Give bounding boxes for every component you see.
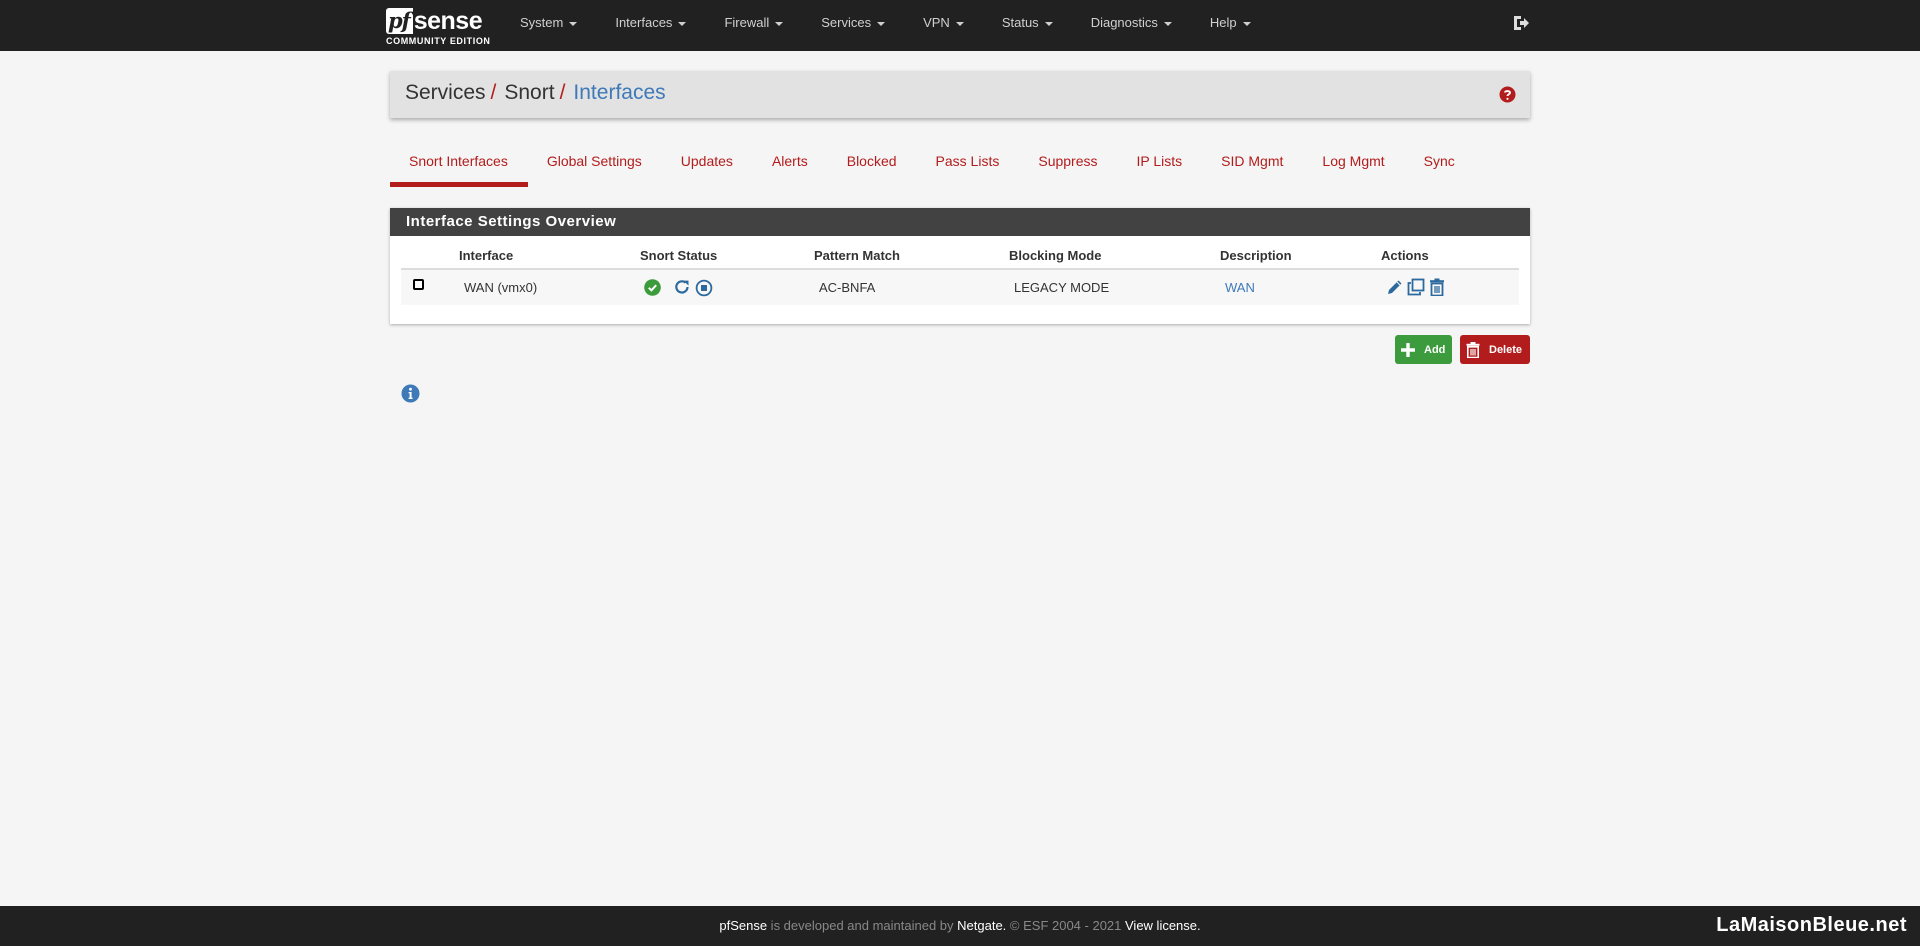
help-icon[interactable] (1499, 86, 1516, 103)
main-menu: System Interfaces Firewall Services VPN … (520, 0, 1289, 45)
stop-icon[interactable] (695, 279, 713, 297)
col-actions: Actions (1381, 248, 1429, 263)
plus-icon (1401, 342, 1415, 357)
tab-alerts[interactable]: Alerts (753, 142, 828, 187)
breadcrumb-separator: / (559, 81, 566, 104)
brand-edition: COMMUNITY EDITION (386, 36, 491, 46)
table-row: WAN (vmx0) AC-BNFA LEGACY MODE WAN (401, 270, 1519, 305)
row-interface: WAN (vmx0) (464, 280, 538, 295)
breadcrumb-services[interactable]: Services (405, 81, 486, 104)
tab-updates[interactable]: Updates (662, 142, 753, 187)
menu-services[interactable]: Services (821, 15, 886, 30)
caret-down-icon (1163, 21, 1172, 26)
caret-down-icon (1044, 21, 1053, 26)
copy-icon[interactable] (1407, 278, 1425, 296)
check-circle-icon (644, 279, 661, 296)
caret-down-icon (1242, 21, 1251, 26)
tab-pass-lists[interactable]: Pass Lists (917, 142, 1020, 187)
delete-button[interactable]: Delete (1460, 335, 1530, 364)
restart-icon[interactable] (673, 278, 691, 296)
delete-button-label: Delete (1489, 343, 1523, 356)
tab-blocked[interactable]: Blocked (828, 142, 917, 187)
tab-sync[interactable]: Sync (1405, 142, 1475, 187)
menu-firewall[interactable]: Firewall (724, 15, 784, 30)
pfsense-logo[interactable]: pf sense COMMUNITY EDITION (386, 4, 496, 48)
table-header: Interface Snort Status Pattern Match Blo… (401, 246, 1519, 270)
col-pattern-match: Pattern Match (814, 248, 900, 263)
row-blocking-mode: LEGACY MODE (1014, 280, 1110, 295)
menu-diagnostics[interactable]: Diagnostics (1091, 15, 1172, 30)
interfaces-table: Interface Snort Status Pattern Match Blo… (401, 246, 1519, 305)
menu-system[interactable]: System (520, 15, 578, 30)
watermark: LaMaisonBleue.net (1716, 914, 1907, 936)
snort-tabs: Snort Interfaces Global Settings Updates… (390, 142, 1475, 188)
breadcrumb-snort[interactable]: Snort (504, 81, 554, 104)
row-description[interactable]: WAN (1225, 280, 1255, 295)
info-icon[interactable] (401, 384, 420, 403)
row-pattern-match: AC-BNFA (819, 280, 876, 295)
add-button[interactable]: Add (1395, 335, 1452, 364)
menu-interfaces[interactable]: Interfaces (615, 15, 687, 30)
view-license-link[interactable]: View license. (1125, 918, 1201, 933)
caret-down-icon (955, 21, 964, 26)
col-interface: Interface (459, 248, 514, 263)
row-select-checkbox[interactable] (413, 279, 424, 290)
trash-icon[interactable] (1429, 278, 1445, 296)
logout-icon[interactable] (1512, 14, 1530, 32)
tab-suppress[interactable]: Suppress (1019, 142, 1117, 187)
caret-down-icon (877, 21, 886, 26)
menu-status[interactable]: Status (1002, 15, 1053, 30)
tab-log-mgmt[interactable]: Log Mgmt (1303, 142, 1404, 187)
netgate-link[interactable]: Netgate. (957, 918, 1006, 933)
caret-down-icon (775, 21, 784, 26)
breadcrumb-interfaces[interactable]: Interfaces (573, 81, 665, 104)
footer: pfSense is developed and maintained by N… (0, 906, 1920, 946)
menu-help[interactable]: Help (1210, 15, 1251, 30)
breadcrumb: Services / Snort / Interfaces (390, 71, 1530, 118)
edit-pencil-icon[interactable] (1386, 278, 1404, 296)
top-navbar: pf sense COMMUNITY EDITION System Interfa… (0, 0, 1920, 51)
interface-settings-panel: Interface Settings Overview Interface Sn… (390, 208, 1530, 324)
footer-text: pfSense is developed and maintained by N… (719, 918, 1201, 933)
footer-product: pfSense (719, 918, 768, 933)
tab-sid-mgmt[interactable]: SID Mgmt (1202, 142, 1303, 187)
col-blocking-mode: Blocking Mode (1009, 248, 1102, 263)
caret-down-icon (678, 21, 687, 26)
panel-title: Interface Settings Overview (390, 208, 1530, 236)
tab-snort-interfaces[interactable]: Snort Interfaces (390, 142, 528, 187)
breadcrumb-separator: / (490, 81, 497, 104)
col-description: Description (1220, 248, 1292, 263)
caret-down-icon (569, 21, 578, 26)
trash-icon (1466, 341, 1480, 358)
add-button-label: Add (1424, 343, 1446, 356)
menu-vpn[interactable]: VPN (923, 15, 964, 30)
tab-ip-lists[interactable]: IP Lists (1118, 142, 1203, 187)
col-snort-status: Snort Status (640, 248, 718, 263)
tab-global-settings[interactable]: Global Settings (528, 142, 662, 187)
